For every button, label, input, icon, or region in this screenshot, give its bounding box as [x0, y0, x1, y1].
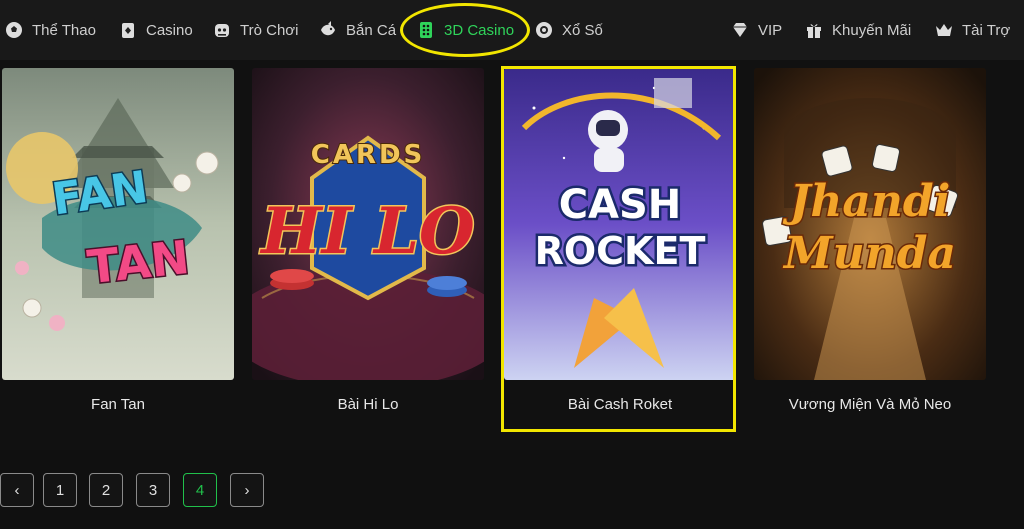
game-card-hi-lo[interactable]: CARDS HI LO [252, 68, 484, 380]
svg-text:CARDS: CARDS [311, 140, 426, 170]
nav-item-the-thao[interactable]: Thể Thao [4, 18, 96, 42]
nav-item-ban-ca[interactable]: Bắn Cá [318, 18, 396, 42]
page-number: 1 [55, 481, 65, 499]
nav-label: Tài Trợ [962, 21, 1011, 39]
page-button-2[interactable]: 2 [89, 473, 123, 507]
svg-text:HI LO: HI LO [259, 194, 475, 269]
dice-icon [416, 20, 436, 40]
game-name-label: Bài Cash Roket [567, 396, 673, 413]
hi-lo-artwork: CARDS HI LO [252, 68, 484, 380]
chevron-left-icon: ‹ [14, 481, 20, 499]
nav-label: 3D Casino [444, 21, 515, 39]
gift-icon [804, 20, 824, 40]
crown-icon [934, 20, 954, 40]
page-number: 4 [195, 481, 205, 499]
lottery-ball-icon [534, 20, 554, 40]
nav-item-casino[interactable]: Casino [118, 18, 193, 42]
nav-label: VIP [758, 21, 783, 39]
nav-item-vip[interactable]: VIP [730, 18, 782, 42]
svg-text:Jhandi: Jhandi [783, 176, 951, 227]
nav-item-3d-casino[interactable]: 3D Casino [416, 18, 514, 42]
game-name-label: Bài Hi Lo [337, 396, 399, 413]
svg-text:Munda: Munda [782, 228, 956, 279]
game-name-label: Vương Miện Và Mỏ Neo [788, 396, 952, 413]
cash-rocket-artwork: CASH ROCKET [504, 68, 736, 380]
next-page-button[interactable]: › [230, 473, 264, 507]
nav-label: Thể Thao [32, 21, 96, 39]
nav-item-xo-so[interactable]: Xổ Số [534, 18, 603, 42]
nav-label: Xổ Số [562, 21, 603, 39]
page-number: 2 [101, 481, 111, 499]
nav-label: Khuyến Mãi [832, 21, 912, 39]
nav-label: Bắn Cá [346, 21, 397, 39]
top-nav: Thể Thao Casino Trò Chơi Bắn Cá 3D Casin… [0, 0, 1024, 60]
page-button-4-current[interactable]: 4 [183, 473, 217, 507]
page-button-3[interactable]: 3 [136, 473, 170, 507]
diamond-icon [730, 20, 750, 40]
nav-item-tro-choi[interactable]: Trò Chơi [212, 18, 298, 42]
nav-label: Casino [146, 21, 193, 39]
svg-text:CASH: CASH [559, 182, 682, 228]
soccer-ball-icon [4, 20, 24, 40]
svg-text:ROCKET: ROCKET [535, 229, 706, 273]
cards-icon [118, 20, 138, 40]
fan-tan-artwork: FAN TAN [2, 68, 234, 380]
game-card-fan-tan[interactable]: FAN TAN [2, 68, 234, 380]
nav-item-tai-tro[interactable]: Tài Trợ [934, 18, 1010, 42]
svg-text:TAN: TAN [85, 230, 192, 294]
prev-page-button[interactable]: ‹ [0, 473, 34, 507]
chevron-right-icon: › [244, 481, 250, 499]
nav-label: Trò Chơi [240, 21, 299, 39]
jhandi-munda-artwork: Jhandi Munda [754, 68, 986, 380]
gamepad-icon [212, 20, 232, 40]
nav-item-khuyen-mai[interactable]: Khuyến Mãi [804, 18, 911, 42]
page-number: 3 [148, 481, 158, 499]
game-card-cash-rocket[interactable]: CASH ROCKET [504, 68, 736, 380]
game-name-label: Fan Tan [91, 396, 145, 413]
game-card-jhandi-munda[interactable]: Jhandi Munda [754, 68, 986, 380]
fish-icon [318, 20, 338, 40]
page-button-1[interactable]: 1 [43, 473, 77, 507]
